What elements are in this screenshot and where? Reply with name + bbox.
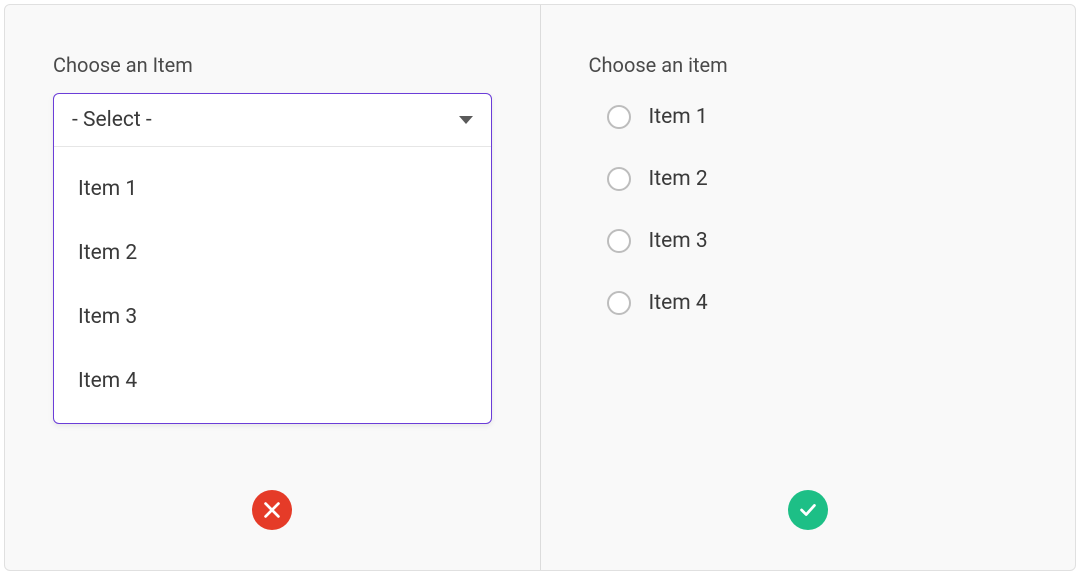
select-wrapper: - Select - Item 1 Item 2 Item 3 Item 4: [53, 93, 492, 424]
radio-group-label: Choose an item: [589, 53, 1028, 77]
radio-label: Item 1: [649, 105, 708, 129]
radio-item[interactable]: Item 3: [607, 229, 1028, 253]
panel-dropdown-example: Choose an Item - Select - Item 1 Item 2 …: [5, 5, 541, 570]
select-header[interactable]: - Select -: [54, 94, 491, 147]
radio-icon: [607, 291, 631, 315]
radio-icon: [607, 167, 631, 191]
radio-item[interactable]: Item 2: [607, 167, 1028, 191]
select-option[interactable]: Item 4: [54, 349, 491, 413]
radio-label: Item 2: [649, 167, 708, 191]
cross-icon: [252, 490, 292, 530]
check-icon: [788, 490, 828, 530]
select-option[interactable]: Item 2: [54, 221, 491, 285]
radio-group: Item 1 Item 2 Item 3 Item 4: [589, 105, 1028, 315]
radio-label: Item 4: [649, 291, 708, 315]
select-box[interactable]: - Select - Item 1 Item 2 Item 3 Item 4: [53, 93, 492, 424]
radio-item[interactable]: Item 4: [607, 291, 1028, 315]
comparison-container: Choose an Item - Select - Item 1 Item 2 …: [4, 4, 1076, 571]
radio-icon: [607, 105, 631, 129]
select-options-list: Item 1 Item 2 Item 3 Item 4: [54, 147, 491, 423]
radio-icon: [607, 229, 631, 253]
select-label: Choose an Item: [53, 53, 492, 77]
select-option[interactable]: Item 1: [54, 157, 491, 221]
radio-item[interactable]: Item 1: [607, 105, 1028, 129]
radio-label: Item 3: [649, 229, 708, 253]
select-option[interactable]: Item 3: [54, 285, 491, 349]
select-placeholder: - Select -: [72, 108, 152, 132]
panel-radio-example: Choose an item Item 1 Item 2 Item 3 Item…: [541, 5, 1076, 570]
chevron-down-icon: [459, 116, 473, 124]
